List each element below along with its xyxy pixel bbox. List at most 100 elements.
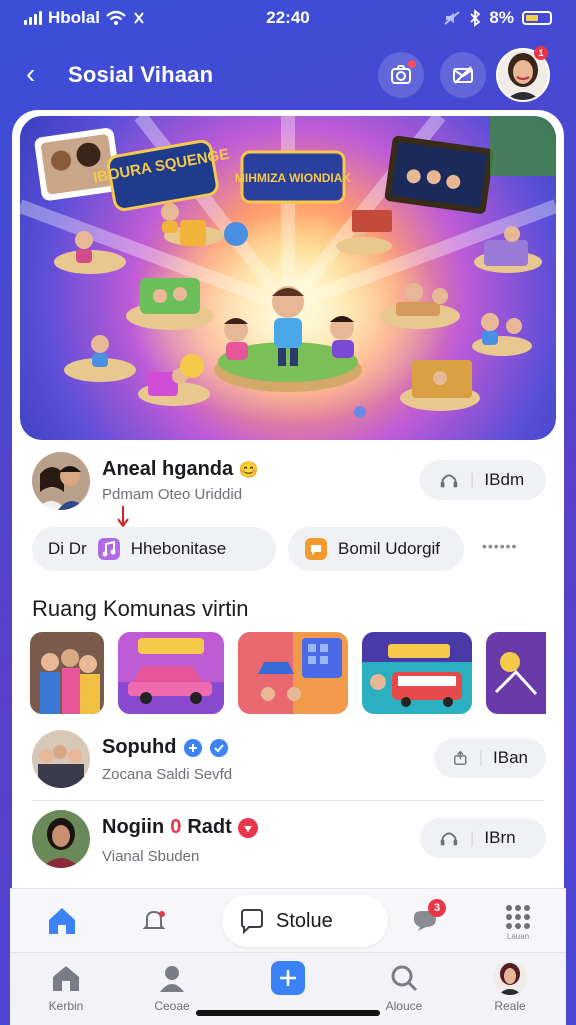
post-2-name-2: Radt [187, 816, 232, 838]
tab-ceoae[interactable]: Ceoae [132, 961, 212, 1013]
post-1-title: Sopuhd [102, 736, 229, 759]
post-2-subtitle: Vianal Sbuden [102, 848, 200, 865]
tab-kerbin[interactable]: Kerbin [26, 961, 106, 1013]
verified-icon [210, 738, 229, 757]
profile-emoji: 😊 [238, 462, 259, 479]
story-button[interactable]: Stolue [222, 895, 388, 947]
more-dots[interactable]: •••••• [482, 538, 517, 554]
apps-label: Lauan [506, 931, 530, 941]
post-1-action-button[interactable]: | IBan [434, 738, 546, 778]
chip-third-label: Bomil Udorgif [338, 539, 441, 558]
game-photo [238, 632, 348, 714]
woman-portrait [32, 810, 90, 868]
post-1-subtitle: Zocana Saldi Sevfd [102, 766, 233, 783]
family-photo [30, 632, 104, 714]
tab-reale[interactable]: Reale [470, 961, 550, 1013]
thumb-game[interactable] [238, 632, 348, 714]
headphones-icon [440, 474, 458, 488]
group-photo [32, 730, 90, 788]
tab-alouce[interactable]: Alouce [364, 961, 444, 1013]
chip-music[interactable]: Di Dr Hhebonitase [32, 527, 276, 571]
chip-first-label: Di Dr [48, 539, 87, 558]
action-bar: Stolue 3 Lauan [10, 888, 566, 953]
post-row-2[interactable]: Nogiin 0 Radt Vianal Sbuden | IBrn [12, 806, 564, 876]
plus-badge-icon [184, 738, 203, 757]
profile-row[interactable]: Aneal hganda 😊 Pdmam Oteo Uriddid | IBdm [12, 450, 564, 514]
back-button[interactable]: ‹ [26, 58, 35, 90]
couple-portrait [32, 452, 90, 510]
tab-ceoae-label: Ceoae [154, 999, 190, 1013]
camera-dot [408, 60, 416, 68]
bell-icon [142, 910, 166, 929]
no-sound-icon [444, 11, 461, 25]
notification-badge: 3 [428, 899, 446, 917]
profile-name-wrap: Aneal hganda 😊 [102, 458, 259, 481]
mail-off-icon [453, 66, 473, 84]
profile-row-avatar[interactable] [32, 452, 90, 510]
arrow-down-icon [117, 506, 129, 528]
status-bar: Hbolal 22:40 8% [0, 0, 576, 36]
post-1-avatar[interactable] [32, 730, 90, 788]
banner-illustration: IBOURA SQUENGE MIHMIZA WIONDIAK [20, 116, 556, 436]
share-icon [454, 750, 467, 765]
post-1-action-label: IBan [493, 748, 528, 767]
tab-create[interactable] [248, 961, 328, 999]
messages-button[interactable]: 3 [406, 899, 446, 939]
thumb-bus[interactable] [362, 632, 472, 714]
divider [32, 800, 544, 801]
hero-banner[interactable]: IBOURA SQUENGE MIHMIZA WIONDIAK [20, 116, 556, 440]
profile-tab-avatar [498, 963, 522, 995]
home-indicator [196, 1010, 380, 1016]
post-2-action-button[interactable]: | IBrn [420, 818, 546, 858]
chip-second-label: Hhebonitase [130, 539, 227, 558]
post-2-action-label: IBrn [484, 828, 516, 847]
search-icon [391, 965, 418, 992]
separator: | [478, 748, 484, 767]
partial-photo [486, 632, 546, 714]
mail-button[interactable] [440, 52, 486, 98]
thumb-partial[interactable] [486, 632, 546, 714]
home-icon [49, 908, 75, 934]
message-bubble-icon [241, 909, 263, 935]
headphones-icon [440, 832, 458, 846]
post-2-number: 0 [170, 816, 182, 838]
plus-icon [280, 970, 296, 986]
story-label: Stolue [276, 909, 333, 932]
tab-kerbin-label: Kerbin [48, 999, 84, 1013]
post-2-title: Nogiin 0 Radt [102, 816, 258, 839]
bus-photo [362, 632, 472, 714]
post-1-name: Sopuhd [102, 736, 177, 758]
post-row-1[interactable]: Sopuhd Zocana Saldi Sevfd | IBan [12, 726, 564, 796]
apps-button[interactable]: Lauan [498, 899, 538, 943]
chat-bubble-icon [305, 538, 327, 560]
thumb-family[interactable] [30, 632, 104, 714]
profile-action-button[interactable]: | IBdm [420, 460, 546, 500]
tab-reale-label: Reale [494, 999, 526, 1013]
main-card: IBOURA SQUENGE MIHMIZA WIONDIAK Aneal hg… [12, 110, 564, 1024]
battery-percent: 8% [489, 8, 514, 27]
camera-button[interactable] [378, 52, 424, 98]
home-button[interactable] [44, 903, 80, 939]
house-icon [53, 966, 79, 991]
section-title: Ruang Komunas virtin [32, 596, 249, 621]
banner-title-center: MIHMIZA WIONDIAK [235, 171, 352, 185]
post-2-name: Nogiin [102, 816, 165, 838]
app-header: ‹ Sosial Vihaan 1 [0, 46, 576, 104]
avatar-badge: 1 [534, 46, 548, 60]
profile-name: Aneal hganda [102, 458, 234, 480]
music-note-icon [97, 538, 120, 560]
status-right: 8% [443, 8, 552, 28]
page-title: Sosial Vihaan [68, 62, 214, 87]
chip-topic[interactable]: Bomil Udorgif [288, 527, 464, 571]
car-photo [118, 632, 224, 714]
tab-alouce-label: Alouce [385, 999, 423, 1013]
red-check-icon [237, 817, 258, 838]
separator: | [470, 828, 475, 847]
notification-bell-button[interactable] [136, 903, 172, 939]
grid-icon [506, 904, 530, 929]
profile-action-label: IBdm [484, 470, 525, 489]
person-icon [160, 966, 184, 992]
post-2-avatar[interactable] [32, 810, 90, 868]
thumb-car[interactable] [118, 632, 224, 714]
bluetooth-icon [470, 9, 481, 27]
